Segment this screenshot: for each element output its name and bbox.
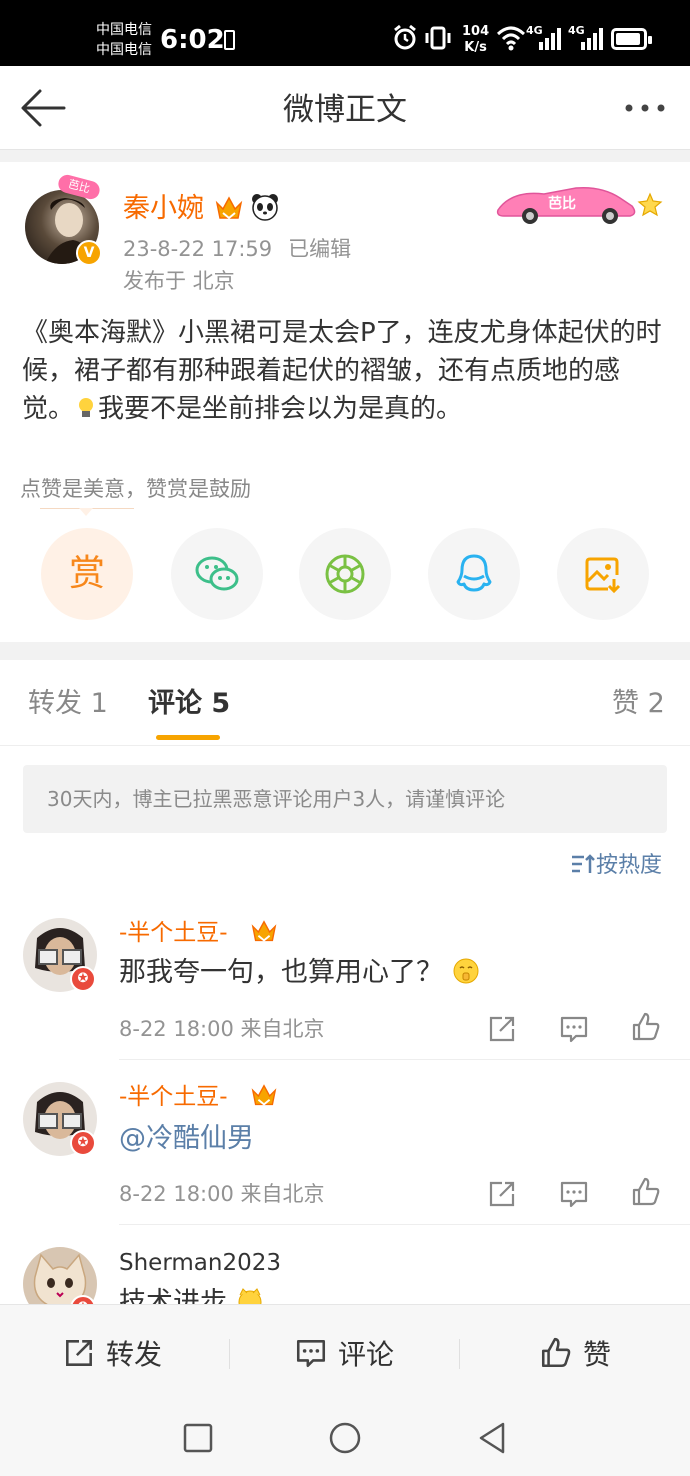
vibrate-icon bbox=[425, 26, 451, 50]
reply-icon[interactable] bbox=[558, 1013, 590, 1045]
post-location: 发布于 北京 bbox=[123, 269, 235, 293]
comment-meta: 8-22 18:00 来自北京 bbox=[119, 1017, 325, 1041]
status-bar: 中国电信 中国电信 6:02 104 K/s 4G 4G bbox=[0, 0, 690, 66]
bottom-bar-divider bbox=[229, 1339, 230, 1369]
carrier-1: 中国电信 bbox=[96, 22, 152, 38]
comment-text: 那我夸一句，也算用心了？ bbox=[119, 955, 480, 991]
tab-comment[interactable]: 评论 5 bbox=[148, 686, 230, 722]
barbie-car-decoration-icon bbox=[496, 186, 663, 224]
repost-icon[interactable] bbox=[486, 1178, 518, 1210]
moments-icon bbox=[325, 554, 365, 594]
bottom-comment-button[interactable]: 评论 bbox=[294, 1305, 394, 1401]
carrier-2: 中国电信 bbox=[96, 42, 152, 58]
sort-icon bbox=[572, 854, 595, 873]
reward-button[interactable]: 赏 bbox=[41, 528, 133, 620]
save-image-icon bbox=[585, 557, 621, 594]
signal-icon-2 bbox=[581, 28, 603, 50]
network-speed: 104 K/s bbox=[462, 24, 490, 55]
like-icon bbox=[541, 1337, 571, 1368]
bottom-comment-label: 评论 bbox=[338, 1338, 395, 1371]
shush-emoji-icon bbox=[453, 958, 479, 984]
section-gap bbox=[0, 150, 690, 162]
hint-pointer bbox=[79, 508, 93, 516]
comment-username[interactable]: Sherman2023 bbox=[119, 1247, 281, 1279]
save-image-button[interactable] bbox=[557, 528, 649, 620]
battery-saver-icon bbox=[224, 30, 235, 50]
comment-text: 技术进步 bbox=[119, 1285, 264, 1304]
bottom-repost-button[interactable]: 转发 bbox=[62, 1305, 162, 1401]
carrier-names: 中国电信 中国电信 bbox=[96, 20, 152, 60]
nav-bar: 微博正文 bbox=[0, 66, 690, 150]
tab-like[interactable]: 赞 2 bbox=[612, 686, 665, 722]
comment-divider bbox=[119, 1059, 690, 1060]
bottom-like-label: 赞 bbox=[583, 1338, 612, 1371]
bottom-action-bar: 转发 评论 赞 bbox=[0, 1304, 690, 1400]
clock: 6:02 bbox=[160, 25, 225, 55]
signal-icon-1 bbox=[539, 28, 561, 50]
share-moments-button[interactable] bbox=[299, 528, 391, 620]
author-name[interactable]: 秦小婉 bbox=[123, 192, 204, 226]
recents-square-icon[interactable] bbox=[182, 1422, 214, 1454]
post-time: 23-8-22 17:59 已编辑 bbox=[123, 237, 352, 261]
back-triangle-icon[interactable] bbox=[476, 1421, 508, 1455]
repost-icon[interactable] bbox=[486, 1013, 518, 1045]
lightbulb-emoji-icon bbox=[79, 398, 94, 417]
like-icon[interactable] bbox=[630, 1011, 662, 1043]
member-badge-icon: ✪ bbox=[70, 966, 96, 992]
mention-link[interactable]: @冷酷仙男 bbox=[119, 1123, 254, 1154]
reward-hint: 点赞是美意，赞赏是鼓励 bbox=[20, 477, 251, 501]
vip-crown-icon[interactable] bbox=[214, 194, 244, 224]
cat-emoji-icon bbox=[238, 1288, 262, 1304]
sort-by-heat-button[interactable]: 按热度 bbox=[570, 850, 662, 882]
wechat-icon bbox=[195, 556, 239, 591]
section-gap-2 bbox=[0, 642, 690, 660]
bottom-like-button[interactable]: 赞 bbox=[539, 1305, 611, 1401]
tab-repost[interactable]: 转发 1 bbox=[28, 686, 108, 722]
comment-meta: 8-22 18:00 来自北京 bbox=[119, 1182, 325, 1206]
verified-badge-icon: V bbox=[76, 240, 102, 266]
more-icon[interactable] bbox=[620, 94, 670, 122]
reply-icon[interactable] bbox=[558, 1178, 590, 1210]
tab-divider bbox=[0, 745, 690, 746]
comment-username[interactable]: -半个土豆- bbox=[119, 1081, 228, 1113]
bottom-repost-label: 转发 bbox=[106, 1338, 163, 1371]
share-qq-button[interactable] bbox=[428, 528, 520, 620]
home-circle-icon[interactable] bbox=[328, 1421, 362, 1455]
member-badge-icon: ✪ bbox=[70, 1130, 96, 1156]
page-title: 微博正文 bbox=[283, 92, 407, 128]
battery-icon bbox=[611, 28, 652, 50]
wifi-icon bbox=[496, 26, 526, 51]
repost-icon bbox=[66, 1340, 92, 1366]
sort-label: 按热度 bbox=[596, 853, 663, 878]
alarm-icon bbox=[394, 24, 416, 50]
active-tab-indicator bbox=[156, 735, 220, 740]
vip-crown-icon[interactable] bbox=[250, 1082, 278, 1110]
comment-notice: 30天内，博主已拉黑恶意评论用户3人，请谨慎评论 bbox=[23, 765, 667, 833]
comment-item-clipped: ✪ Sherman2023 技术进步 bbox=[0, 1225, 690, 1304]
comment-text: @冷酷仙男 bbox=[119, 1121, 254, 1157]
vip-crown-icon[interactable] bbox=[250, 918, 278, 946]
bottom-bar-divider bbox=[459, 1339, 460, 1369]
system-nav-bar bbox=[0, 1400, 690, 1476]
comment-icon bbox=[296, 1340, 326, 1368]
panda-icon bbox=[252, 194, 278, 221]
comment-username[interactable]: -半个土豆- bbox=[119, 917, 228, 949]
like-icon[interactable] bbox=[630, 1176, 662, 1208]
share-wechat-button[interactable] bbox=[171, 528, 263, 620]
post-content: 《奥本海默》小黑裙可是太会P了，连皮尤身体起伏的时候，裙子都有那种跟着起伏的褶皱… bbox=[22, 318, 662, 424]
qq-icon bbox=[456, 554, 492, 592]
barbie-car-label: 芭比 bbox=[548, 196, 576, 212]
reward-label: 赏 bbox=[68, 553, 105, 594]
